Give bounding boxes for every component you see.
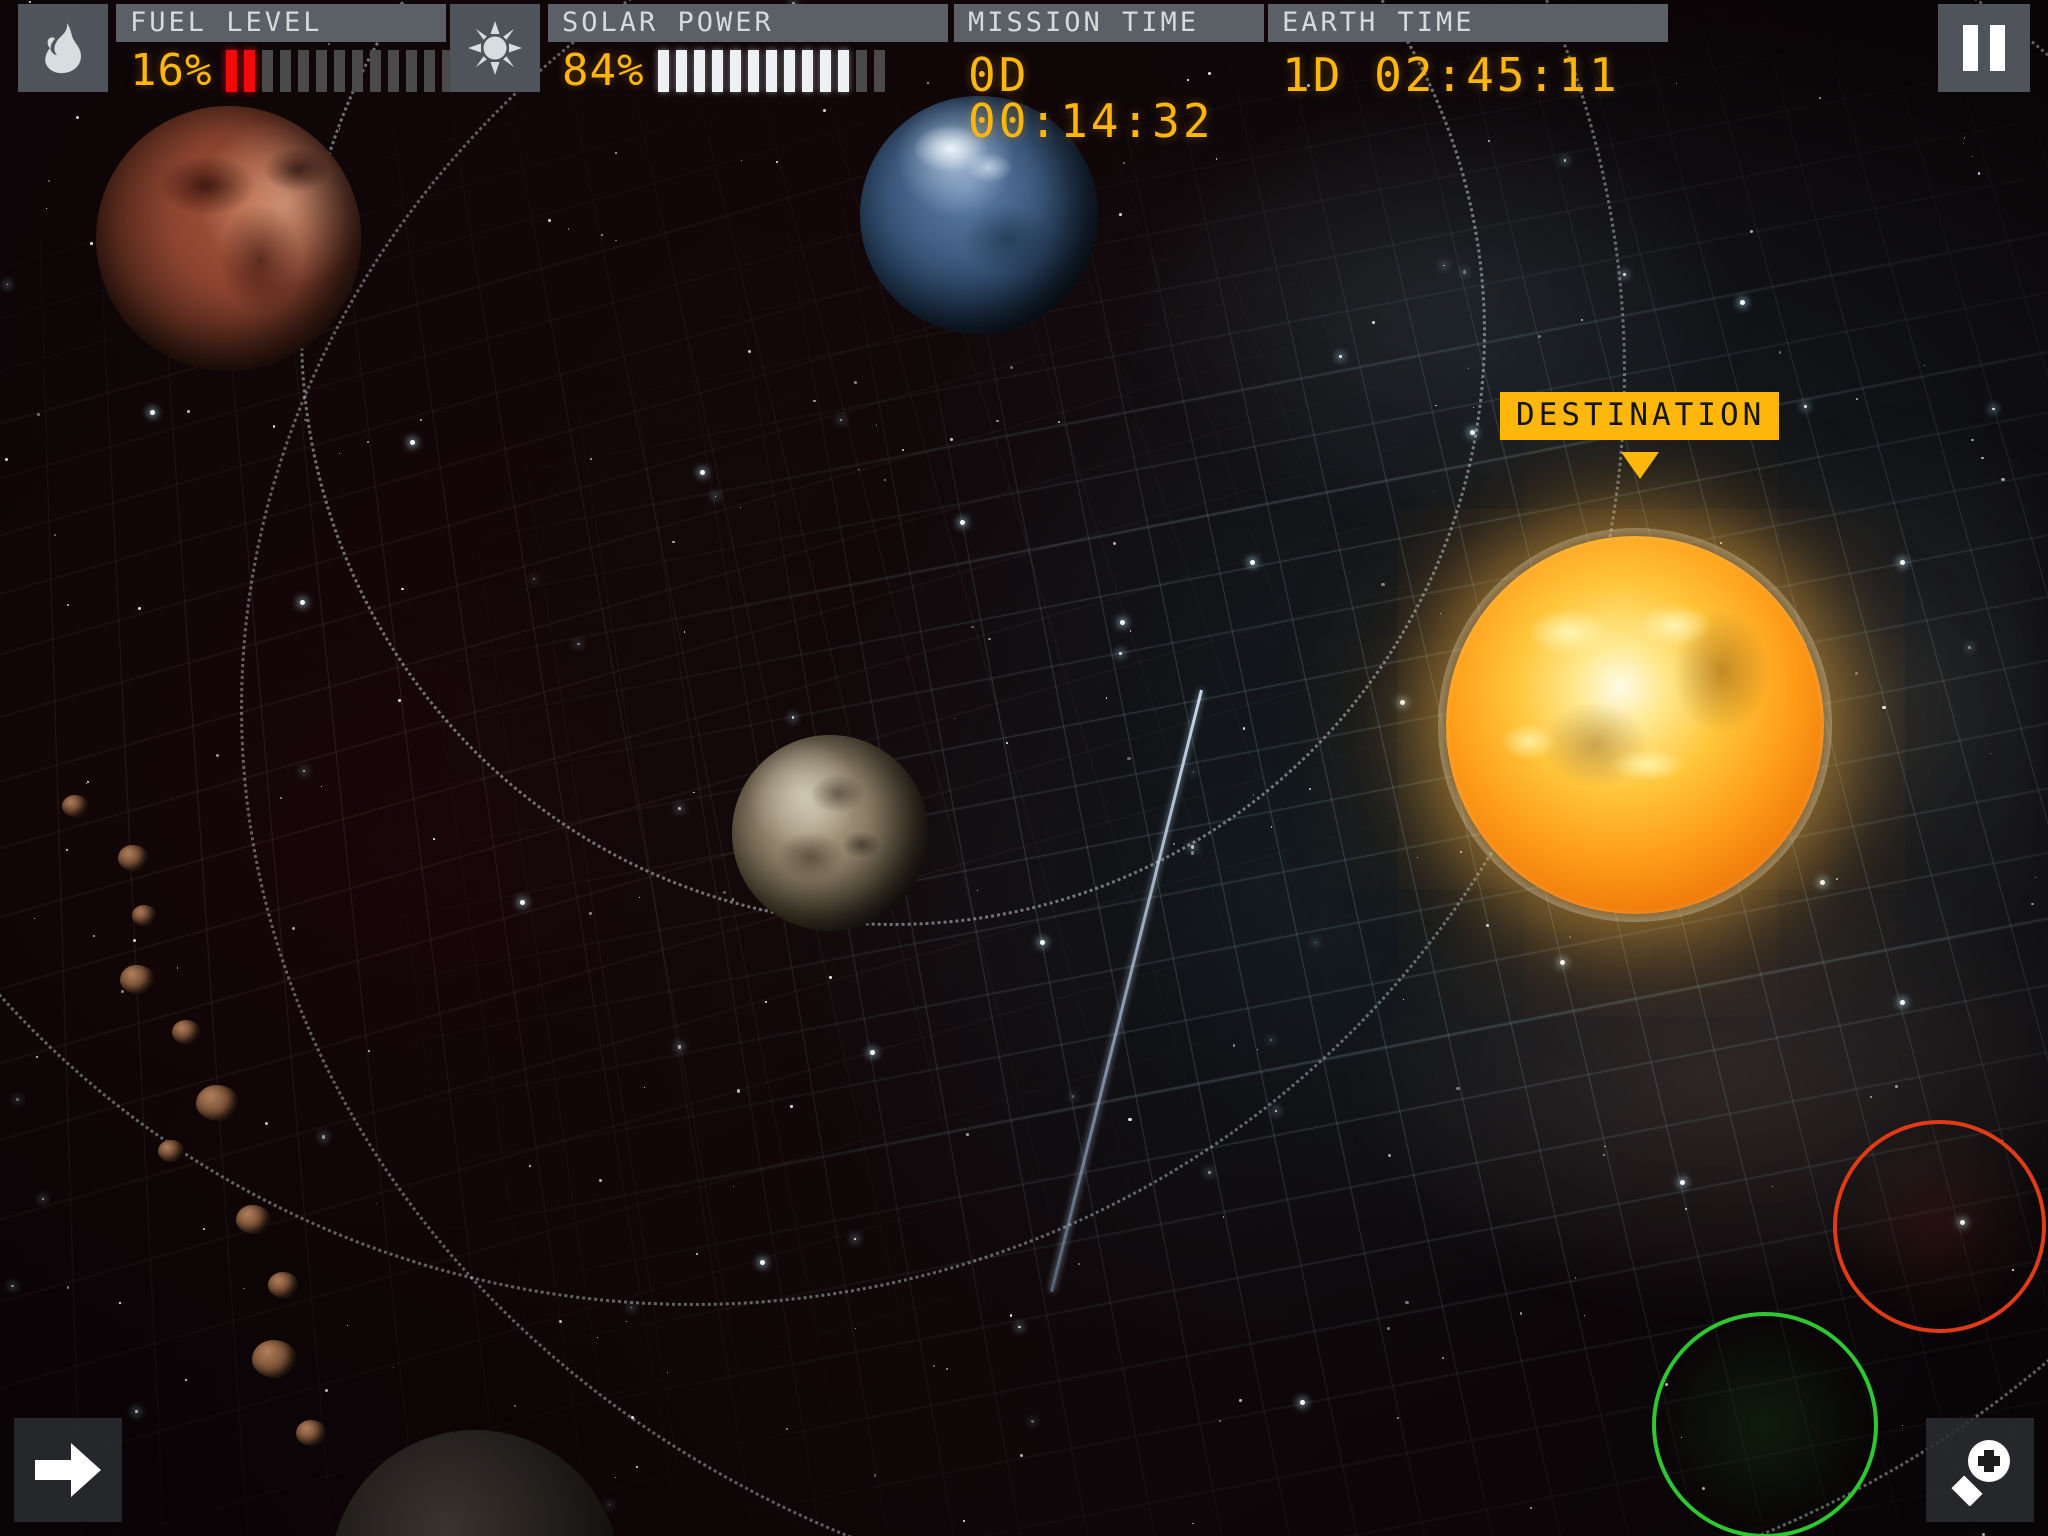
pause-button[interactable]	[1938, 4, 2030, 92]
star	[615, 1477, 616, 1478]
asteroid	[132, 905, 156, 926]
destination-pointer-icon	[1621, 452, 1659, 479]
earth-timer: EARTH TIME 1D 02:45:11	[1268, 4, 1668, 98]
pause-icon-left	[1963, 25, 1978, 71]
hud-top-bar: FUEL LEVEL 16% SOLAR POWER 84% MISSION T…	[0, 0, 2048, 100]
star	[42, 1198, 44, 1200]
meter-segment	[334, 50, 345, 92]
star	[135, 1410, 138, 1413]
danger-zone[interactable]	[1833, 1120, 2046, 1333]
fuel-icon-box	[18, 4, 108, 92]
game-viewport[interactable]: DESTINATION FUEL LEVEL 16% SOLAR POWER 8…	[0, 0, 2048, 1536]
fuel-bar-meter	[226, 50, 460, 92]
star	[67, 1286, 70, 1289]
magnifier-plus-icon	[1944, 1434, 2016, 1506]
meter-segment	[298, 50, 309, 92]
star	[347, 1325, 348, 1326]
meter-segment	[748, 50, 759, 92]
asteroid	[118, 845, 148, 871]
star	[514, 1405, 516, 1407]
zoom-in-button[interactable]	[1926, 1418, 2034, 1522]
fuel-label: FUEL LEVEL	[116, 4, 446, 42]
meter-segment	[244, 50, 255, 92]
destination-star[interactable]	[1446, 536, 1824, 914]
meter-segment	[226, 50, 237, 92]
star	[119, 1302, 120, 1303]
earth-time-value: 1D 02:45:11	[1268, 52, 1668, 98]
solar-bar-meter	[658, 50, 892, 92]
solar-value: 84%	[562, 49, 644, 93]
star	[203, 1228, 205, 1230]
thrust-button[interactable]	[14, 1418, 122, 1522]
asteroid	[62, 795, 88, 817]
meter-segment	[424, 50, 435, 92]
meter-segment	[280, 50, 291, 92]
asteroid	[296, 1420, 326, 1446]
earth-time-label: EARTH TIME	[1268, 4, 1668, 42]
meter-segment	[406, 50, 417, 92]
star	[16, 1098, 19, 1101]
meter-segment	[820, 50, 831, 92]
flame-icon	[41, 22, 85, 74]
meter-segment	[370, 50, 381, 92]
rocky-planet[interactable]	[732, 735, 928, 931]
meter-segment	[838, 50, 849, 92]
star	[609, 1504, 610, 1505]
asteroid	[158, 1140, 184, 1162]
star	[1982, 1533, 1985, 1536]
red-planet[interactable]	[96, 106, 361, 371]
meter-segment	[316, 50, 327, 92]
meter-segment	[856, 50, 867, 92]
sun-icon	[468, 21, 522, 75]
asteroid	[268, 1272, 298, 1298]
star	[185, 1379, 187, 1381]
pause-icon-right	[1990, 25, 2005, 71]
meter-segment	[262, 50, 273, 92]
meter-segment	[694, 50, 705, 92]
meter-segment	[388, 50, 399, 92]
meter-segment	[874, 50, 885, 92]
star	[636, 1466, 637, 1467]
safe-zone[interactable]	[1652, 1312, 1878, 1536]
destination-marker[interactable]: DESTINATION	[1500, 392, 1779, 479]
fuel-value: 16%	[130, 49, 212, 93]
mission-time-value: 0D 00:14:32	[954, 52, 1264, 144]
asteroid	[172, 1020, 200, 1044]
mission-timer: MISSION TIME 0D 00:14:32	[954, 4, 1264, 144]
meter-segment	[352, 50, 363, 92]
star	[36, 1056, 38, 1058]
asteroid	[120, 965, 154, 994]
asteroid	[236, 1205, 270, 1234]
star	[393, 1367, 394, 1368]
solar-icon-box	[450, 4, 540, 92]
meter-segment	[730, 50, 741, 92]
solar-gauge: SOLAR POWER 84%	[548, 4, 948, 93]
meter-segment	[658, 50, 669, 92]
meter-segment	[802, 50, 813, 92]
star	[243, 1288, 245, 1290]
meter-segment	[784, 50, 795, 92]
arrow-right-icon	[33, 1441, 103, 1499]
fuel-gauge: FUEL LEVEL 16%	[116, 4, 446, 93]
asteroid	[252, 1340, 296, 1378]
meter-segment	[676, 50, 687, 92]
star	[11, 1285, 14, 1288]
solar-label: SOLAR POWER	[548, 4, 948, 42]
star	[325, 1389, 328, 1392]
meter-segment	[766, 50, 777, 92]
meter-segment	[712, 50, 723, 92]
asteroid	[196, 1085, 238, 1121]
mission-time-label: MISSION TIME	[954, 4, 1264, 42]
destination-label: DESTINATION	[1500, 392, 1779, 440]
